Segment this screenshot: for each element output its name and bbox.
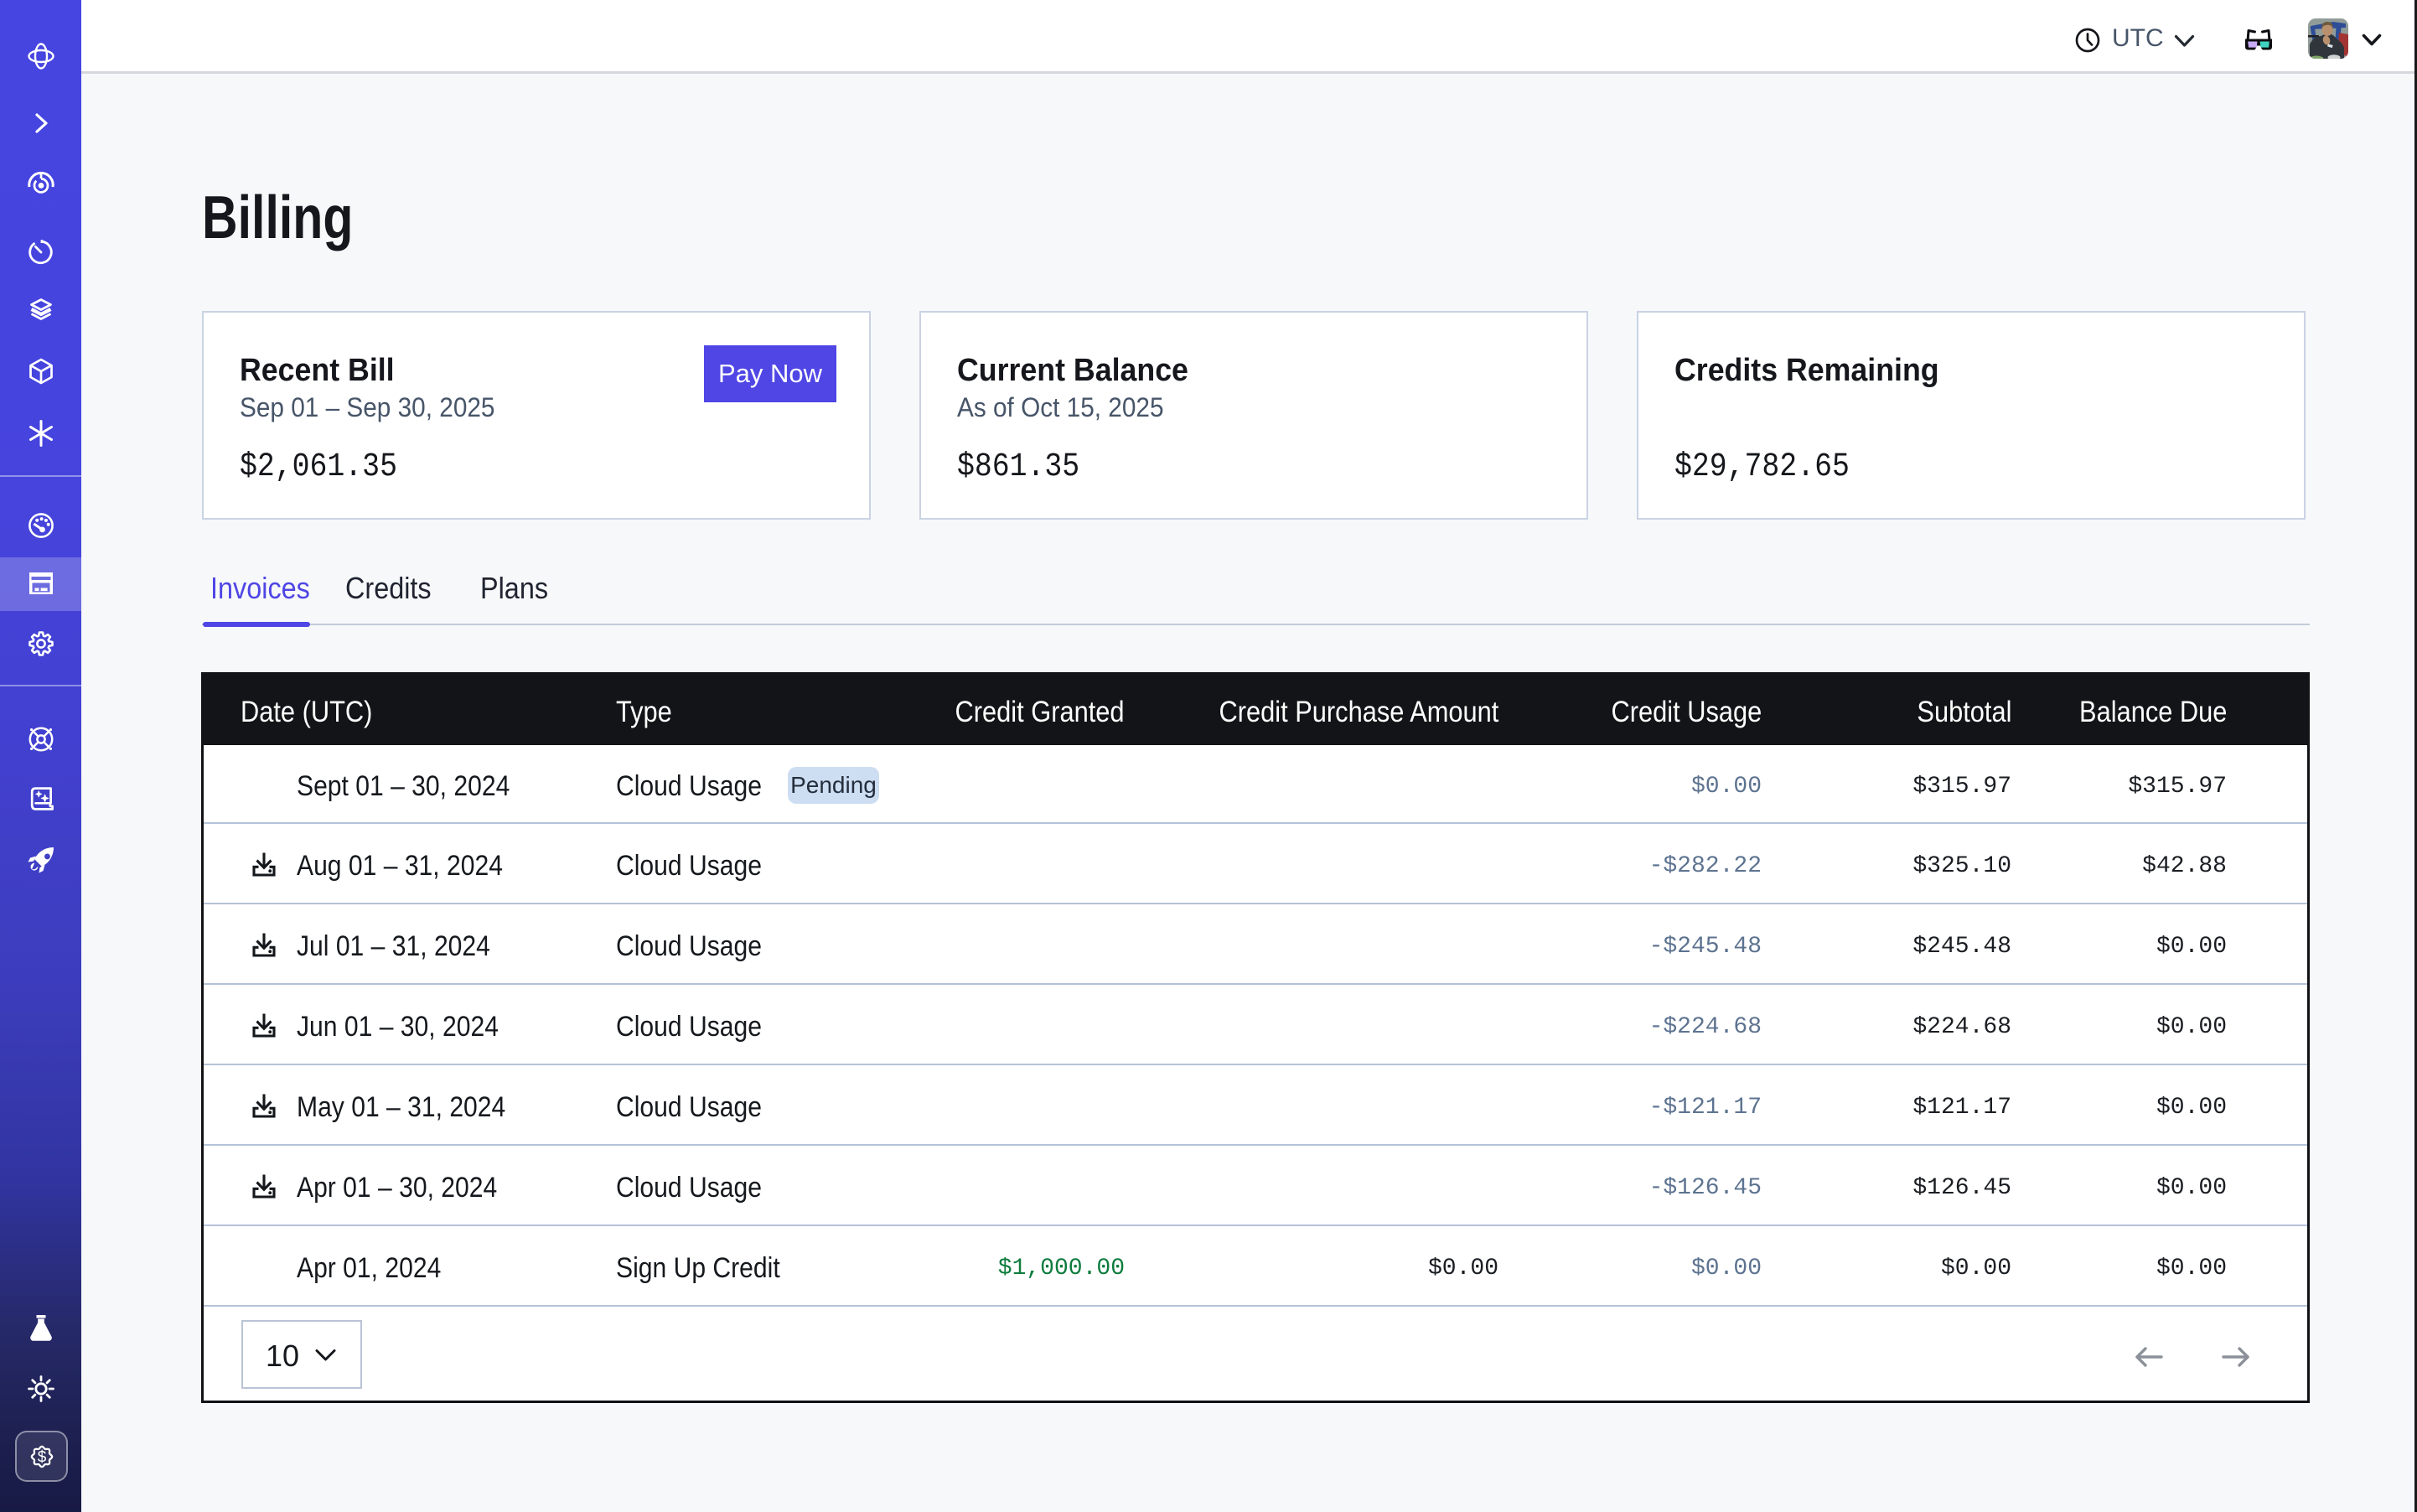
svg-text:$: $: [37, 1448, 46, 1466]
